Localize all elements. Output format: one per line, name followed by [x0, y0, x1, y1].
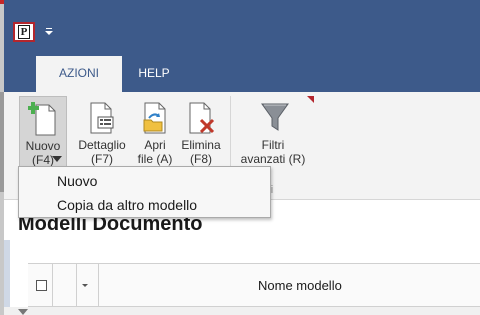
column-menu-chevron-icon[interactable]: [82, 284, 88, 287]
funnel-filter-icon: [261, 103, 289, 131]
app-logo-icon[interactable]: P: [13, 22, 35, 42]
filtri-avanzati-label: Filtri avanzati (R): [240, 138, 306, 166]
tab-help[interactable]: HELP: [122, 56, 186, 92]
delete-document-icon: [189, 102, 215, 134]
grid-column-separator: [52, 264, 53, 308]
elimina-label: Elimina (F8): [181, 138, 221, 166]
nuovo-label: Nuovo (F4): [25, 139, 61, 167]
new-document-icon: [28, 102, 56, 136]
dettaglio-button[interactable]: Dettaglio (F7): [72, 96, 132, 168]
grid-filter-row: [4, 307, 480, 315]
menu-item-copia-da-altro-modello[interactable]: Copia da altro modello: [19, 193, 270, 217]
ribbon-tab-row: AZIONI HELP: [4, 52, 480, 92]
grid-header: Nome modello: [28, 263, 480, 308]
menu-item-nuovo[interactable]: Nuovo: [19, 169, 270, 193]
nuovo-dropdown-menu: Nuovo Copia da altro modello: [18, 166, 271, 218]
elimina-button[interactable]: Elimina (F8): [176, 96, 226, 168]
tab-azioni[interactable]: AZIONI: [36, 56, 122, 92]
apri-file-button[interactable]: Apri file (A): [136, 96, 174, 168]
apri-file-label: Apri file (A): [137, 138, 173, 166]
quick-access-dropdown-icon[interactable]: [44, 25, 54, 39]
select-all-checkbox[interactable]: [36, 280, 47, 291]
detail-document-icon: [90, 102, 114, 134]
dialog-launcher-icon[interactable]: [307, 96, 314, 103]
column-header-nome-modello[interactable]: Nome modello: [258, 278, 342, 293]
open-file-icon: [143, 102, 166, 134]
chevron-down-icon: [52, 156, 62, 162]
title-bar: P: [4, 0, 480, 52]
app-logo-letter-icon: P: [18, 25, 30, 39]
filter-row-icon[interactable]: [18, 309, 28, 315]
dettaglio-label: Dettaglio (F7): [78, 138, 126, 166]
grid-column-separator: [76, 264, 77, 308]
grid-column-separator: [98, 264, 99, 308]
left-scroll-strip[interactable]: [4, 240, 10, 315]
filtri-avanzati-button[interactable]: Filtri avanzati (R): [234, 96, 312, 168]
nuovo-split-button[interactable]: Nuovo (F4): [19, 96, 67, 168]
